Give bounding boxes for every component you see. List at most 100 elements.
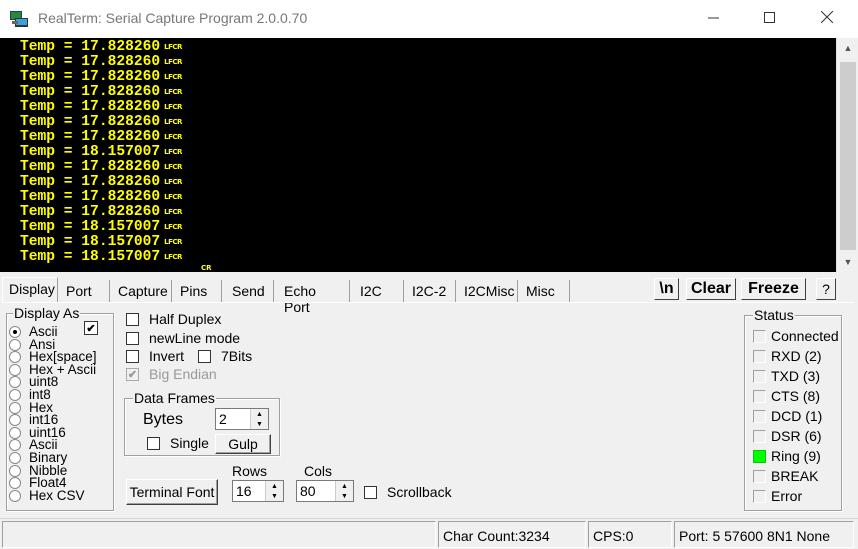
terminal-line: Temp = 17.828260 LFCR (20, 85, 182, 100)
radio-button[interactable] (9, 464, 21, 477)
display-as-checkbox[interactable]: ✔ (84, 321, 98, 335)
radio-button[interactable] (9, 426, 21, 439)
terminal-line-text: Temp = 18.157007 (20, 219, 161, 235)
maximize-icon (763, 11, 775, 23)
bytes-value[interactable]: 2 (216, 409, 250, 429)
line-end-marker: LFCR (164, 118, 182, 126)
cols-spinner[interactable]: 80 ▲ ▼ (296, 480, 354, 502)
spin-up-icon[interactable]: ▲ (336, 481, 353, 491)
line-end-marker: LFCR (164, 238, 182, 246)
status-label: Connected (771, 328, 839, 344)
tab-i2c-2[interactable]: I2C-2 (406, 280, 456, 302)
tab-i2cmisc[interactable]: I2CMisc (458, 280, 518, 302)
half-duplex-option[interactable]: Half Duplex (126, 311, 221, 327)
bytes-label: Bytes (143, 411, 184, 428)
spin-down-icon[interactable]: ▼ (251, 419, 268, 429)
terminal-line-text: Temp = 18.157007 (20, 234, 161, 250)
tab-send[interactable]: Send (226, 280, 274, 302)
tab-i2c[interactable]: I2C (354, 280, 404, 302)
tab-misc[interactable]: Misc (520, 280, 570, 302)
spin-down-icon[interactable]: ▼ (266, 491, 283, 501)
freeze-button[interactable]: Freeze (741, 278, 806, 300)
spin-down-icon[interactable]: ▼ (336, 491, 353, 501)
clear-button[interactable]: Clear (686, 278, 736, 300)
seven-bits-checkbox[interactable] (198, 349, 211, 363)
line-end-marker: LFCR (164, 223, 182, 231)
gulp-button[interactable]: Gulp (215, 434, 271, 454)
minimize-button[interactable] (690, 0, 736, 34)
line-end-marker: LFCR (164, 193, 182, 201)
status-led-icon (753, 389, 766, 403)
cols-value[interactable]: 80 (297, 481, 335, 501)
spin-up-icon[interactable]: ▲ (251, 409, 268, 419)
radio-button[interactable] (9, 338, 21, 351)
tab-capture[interactable]: Capture (112, 280, 172, 302)
seven-bits-option[interactable]: 7Bits (198, 348, 252, 364)
status-label: TXD (3) (771, 368, 820, 384)
display-as-option[interactable]: Hex CSV (9, 489, 85, 502)
radio-button[interactable] (9, 376, 21, 389)
status-indicator: RXD (2) (753, 348, 822, 364)
tab-pins[interactable]: Pins (174, 280, 222, 302)
line-end-marker: LFCR (164, 73, 182, 81)
radio-button[interactable] (9, 452, 21, 464)
radio-button[interactable] (9, 363, 21, 376)
terminal-line-text: Temp = 17.828260 (20, 69, 161, 85)
big-endian-option: ✔ Big Endian (126, 366, 217, 382)
status-label: Ring (9) (771, 448, 821, 464)
terminal-line-text: Temp = 17.828260 (20, 204, 161, 220)
newline-button[interactable]: \n (654, 278, 679, 300)
minimize-icon (707, 17, 719, 18)
scrollback-option[interactable]: Scrollback (364, 484, 452, 500)
line-end-marker: LFCR (164, 43, 182, 51)
status-led-icon (753, 349, 766, 363)
status-led-icon (753, 449, 766, 463)
radio-button[interactable] (9, 414, 21, 427)
tab-display[interactable]: Display (2, 277, 58, 302)
rows-value[interactable]: 16 (233, 481, 265, 501)
help-button[interactable]: ? (816, 278, 836, 300)
invert-option[interactable]: Invert (126, 348, 184, 364)
single-option[interactable]: Single (147, 435, 209, 451)
display-as-legend: Display As (13, 305, 81, 321)
radio-button[interactable] (9, 439, 21, 452)
status-legend: Status (753, 307, 795, 323)
scrollback-label: Scrollback (387, 484, 452, 500)
newline-mode-label: newLine mode (149, 330, 241, 346)
radio-button[interactable] (9, 401, 21, 414)
title-bar: RealTerm: Serial Capture Program 2.0.0.7… (0, 0, 858, 38)
terminal-scrollbar[interactable]: ▲ ▼ (836, 38, 858, 272)
scrollback-checkbox[interactable] (364, 485, 377, 499)
scroll-up-arrow-icon[interactable]: ▲ (837, 38, 858, 58)
tab-echo-port[interactable]: Echo Port (278, 280, 350, 315)
newline-mode-option[interactable]: newLine mode (126, 330, 240, 346)
close-button[interactable] (804, 0, 850, 34)
bytes-spinner[interactable]: 2 ▲ ▼ (215, 408, 269, 430)
radio-button[interactable] (9, 389, 21, 401)
terminal-font-button[interactable]: Terminal Font (126, 479, 218, 505)
display-tab-panel: Display As Ascii Ansi Hex[space] Hex + Asci… (2, 302, 854, 516)
spin-up-icon[interactable]: ▲ (266, 481, 283, 491)
data-frames-group: Data Frames Bytes 2 ▲ ▼ Single Gulp (124, 390, 280, 456)
line-end-marker: LFCR (164, 253, 182, 261)
status-indicator: TXD (3) (753, 368, 820, 384)
newline-mode-checkbox[interactable] (126, 331, 139, 345)
scroll-down-arrow-icon[interactable]: ▼ (837, 252, 858, 272)
half-duplex-checkbox[interactable] (126, 312, 139, 326)
radio-button[interactable] (9, 489, 21, 502)
terminal-line: Temp = 17.828260 LFCR (20, 160, 182, 175)
radio-button[interactable] (9, 326, 21, 338)
rows-spinner[interactable]: 16 ▲ ▼ (232, 480, 284, 502)
terminal-line-text: Temp = 17.828260 (20, 114, 161, 130)
single-checkbox[interactable] (147, 436, 160, 450)
radio-button[interactable] (9, 351, 21, 364)
half-duplex-label: Half Duplex (149, 311, 222, 327)
radio-button[interactable] (9, 477, 21, 490)
scrollbar-thumb[interactable] (840, 62, 856, 250)
maximize-button[interactable] (746, 0, 792, 34)
terminal-output[interactable]: Temp = 17.828260 LFCR Temp = 17.828260 LFCR… (0, 38, 836, 272)
status-label: BREAK (771, 468, 819, 484)
invert-checkbox[interactable] (126, 349, 139, 363)
tab-port[interactable]: Port (60, 280, 110, 302)
terminal-line: Temp = 18.157007 LFCR (20, 220, 182, 235)
